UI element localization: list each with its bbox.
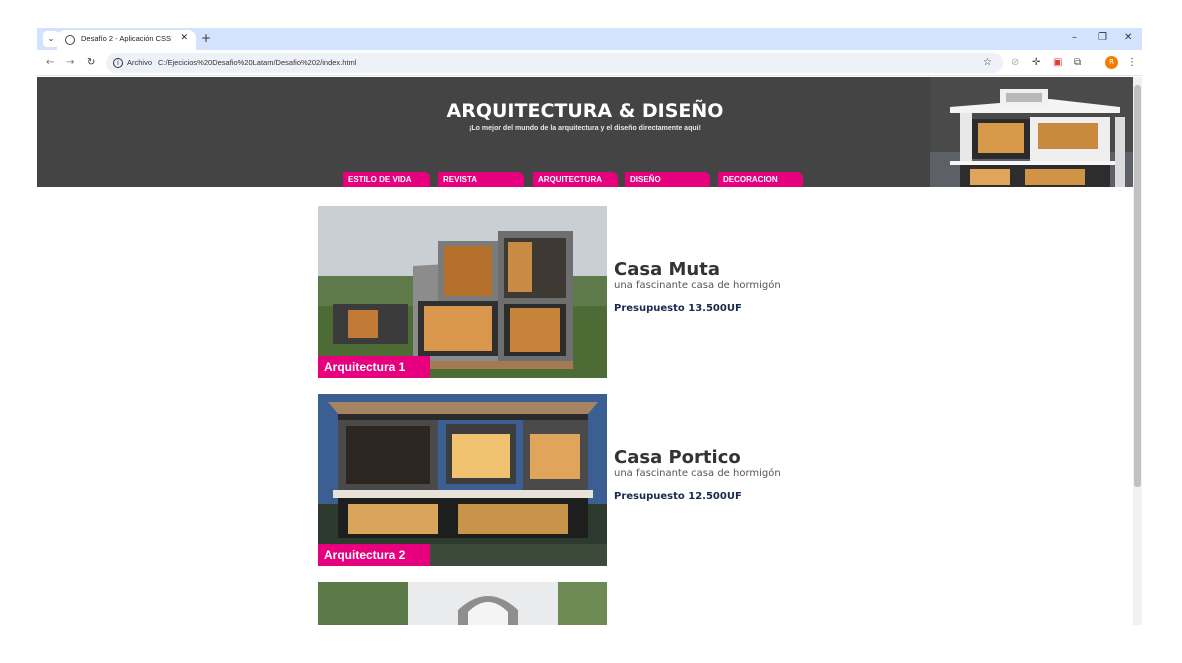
project-info: Casa Muta una fascinante casa de hormigó… <box>614 259 781 314</box>
site-header: ARQUITECTURA & DISEÑO ¡Lo mejor del mund… <box>37 77 1133 187</box>
address-url[interactable]: C:/Ejecicios%20Desafio%20Latam/Desafio%2… <box>158 58 356 67</box>
close-window-icon[interactable]: ✕ <box>1124 32 1132 43</box>
project-budget: Presupuesto 13.500UF <box>614 303 742 314</box>
project-title: Casa Portico <box>614 447 741 468</box>
address-bar[interactable]: i Archivo C:/Ejecicios%20Desafio%20Latam… <box>106 53 1003 73</box>
project-subtitle: una fascinante casa de hormigón <box>614 280 781 291</box>
project-budget: Presupuesto 12.500UF <box>614 491 742 502</box>
tab-title: Desafío 2 - Aplicación CSS <box>81 34 172 43</box>
scrollbar-thumb[interactable] <box>1134 85 1141 487</box>
profile-avatar[interactable]: R <box>1105 56 1118 69</box>
project-card-image[interactable]: Arquitectura 2 <box>318 394 607 566</box>
reload-icon[interactable]: ↻ <box>87 57 95 68</box>
compass-extension-icon[interactable]: ⊘ <box>1011 57 1019 69</box>
close-tab-icon[interactable]: ✕ <box>180 33 188 43</box>
browser-toolbar: ← → ↻ i Archivo C:/Ejecicios%20Desafio%2… <box>37 50 1142 76</box>
address-scheme: Archivo <box>127 58 153 67</box>
nav-item-decoracion[interactable]: DECORACION <box>718 172 803 187</box>
move-extension-icon[interactable]: ✛ <box>1032 57 1040 69</box>
star-icon[interactable]: ☆ <box>983 57 992 69</box>
project-card-image[interactable] <box>318 582 607 625</box>
header-house-image <box>930 77 1133 187</box>
card-category-label: Arquitectura 1 <box>318 356 430 378</box>
card-category-label: Arquitectura 2 <box>318 544 430 566</box>
minimize-icon[interactable]: – <box>1072 32 1077 43</box>
nav-item-arquitectura[interactable]: ARQUITECTURA <box>533 172 618 187</box>
extensions-icon[interactable]: ⧉ <box>1074 57 1081 69</box>
vertical-scrollbar[interactable] <box>1133 77 1142 625</box>
pdf-extension-icon[interactable]: ▣ <box>1053 57 1062 69</box>
page-viewport: ARQUITECTURA & DISEÑO ¡Lo mejor del mund… <box>37 77 1142 625</box>
project-subtitle: una fascinante casa de hormigón <box>614 468 781 479</box>
nav-item-revista[interactable]: REVISTA <box>438 172 524 187</box>
back-icon[interactable]: ← <box>46 57 54 68</box>
nav-item-estilo-de-vida[interactable]: ESTILO DE VIDA <box>343 172 430 187</box>
more-menu-icon[interactable]: ⋮ <box>1127 57 1137 69</box>
restore-icon[interactable]: ❐ <box>1098 32 1107 43</box>
project-title: Casa Muta <box>614 259 720 280</box>
project-card-image[interactable]: Arquitectura 1 <box>318 206 607 378</box>
forward-icon[interactable]: → <box>66 57 74 68</box>
browser-tab-strip: ⌄ Desafío 2 - Aplicación CSS ✕ + – ❐ ✕ <box>37 28 1142 50</box>
nav-item-diseno[interactable]: DISEÑO <box>625 172 710 187</box>
browser-tab[interactable]: Desafío 2 - Aplicación CSS ✕ <box>57 30 196 50</box>
info-icon[interactable]: i <box>113 58 123 68</box>
new-tab-icon[interactable]: + <box>201 31 211 45</box>
project-info: Casa Portico una fascinante casa de horm… <box>614 447 781 502</box>
globe-icon <box>65 35 75 45</box>
